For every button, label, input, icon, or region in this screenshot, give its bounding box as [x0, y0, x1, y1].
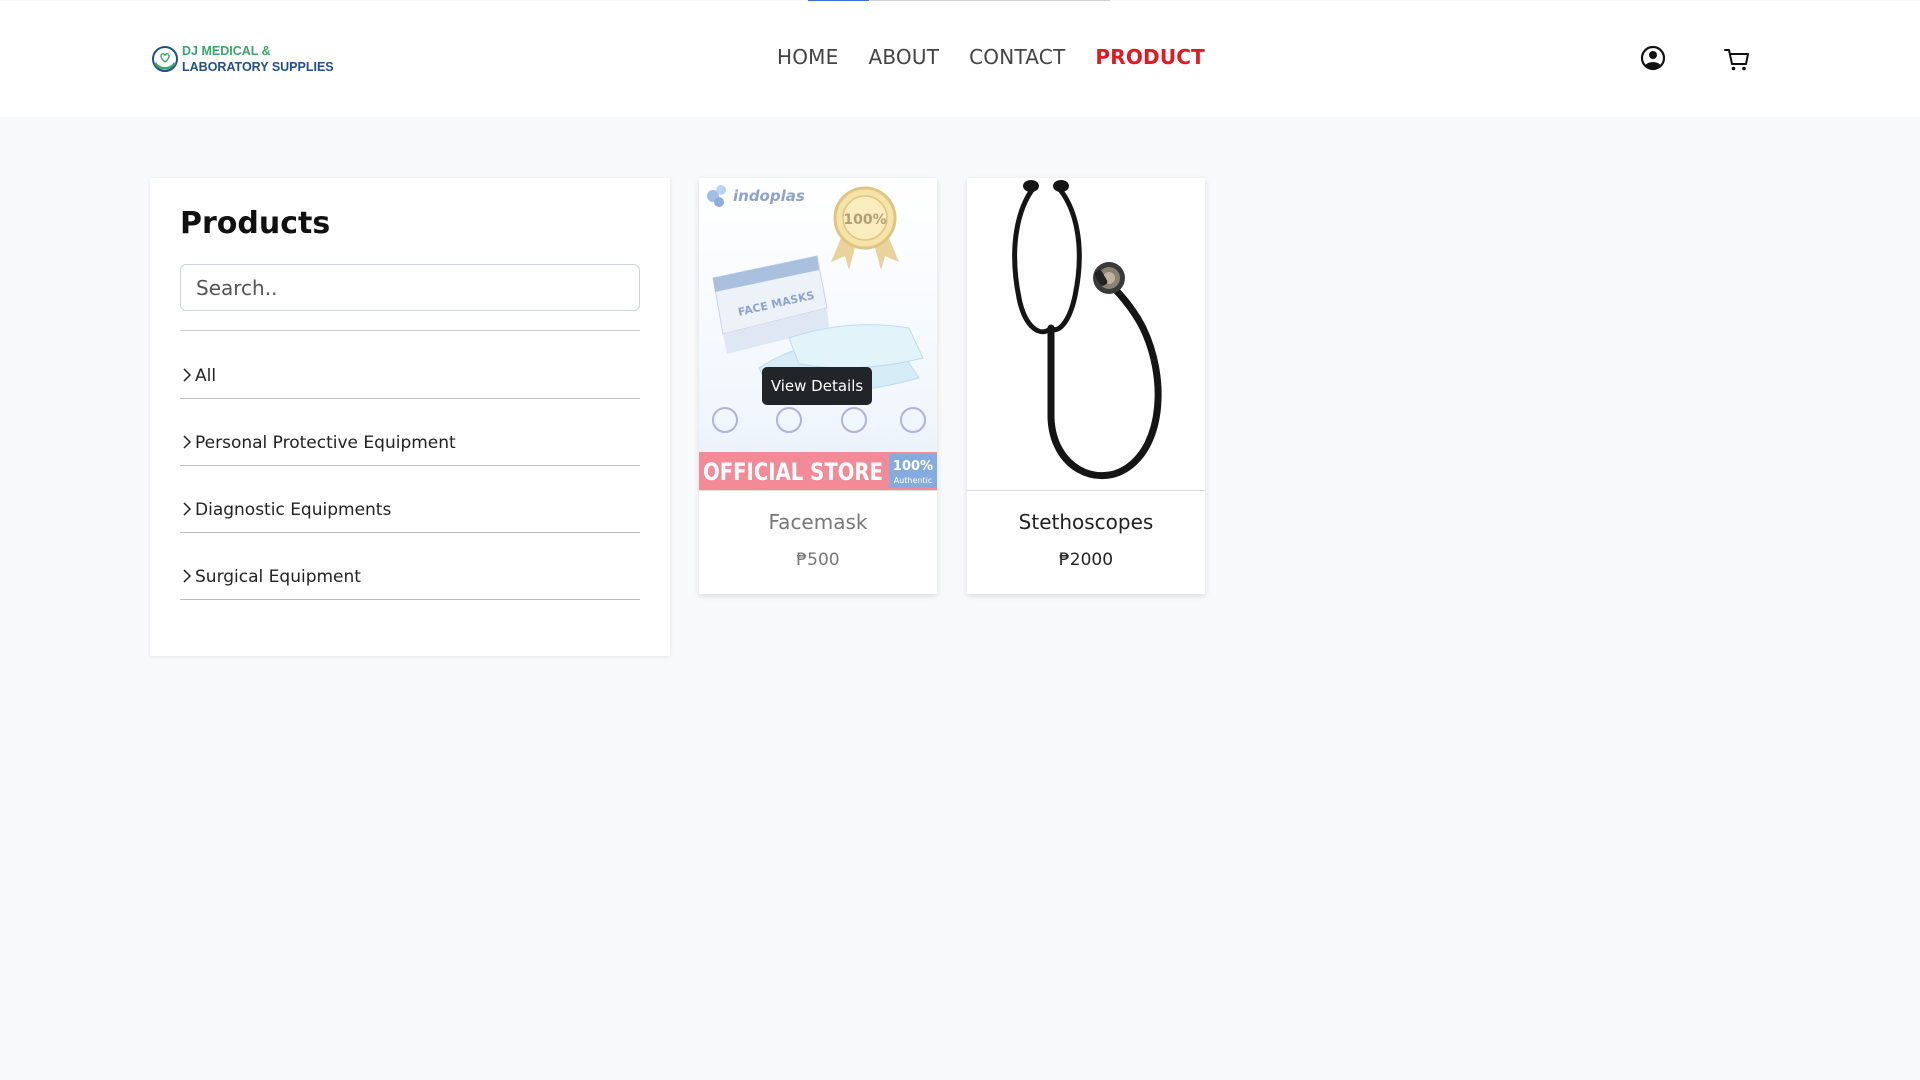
stethoscope-image	[967, 178, 1205, 490]
sidebar-title: Products	[180, 206, 331, 241]
hover-overlay	[699, 178, 937, 490]
chevron-right-icon	[183, 435, 192, 449]
nav-about[interactable]: ABOUT	[868, 45, 939, 69]
card-divider	[967, 490, 1205, 491]
category-label: Surgical Equipment	[195, 567, 361, 587]
logo-line1: DJ MEDICAL &	[182, 44, 271, 58]
user-circle-icon[interactable]	[1639, 44, 1667, 72]
category-label: Diagnostic Equipments	[195, 500, 392, 520]
logo-line2: LABORATORY SUPPLIES	[182, 60, 334, 74]
product-name: Facemask	[768, 510, 868, 534]
nav-home[interactable]: HOME	[777, 45, 838, 69]
main-nav: HOME ABOUT CONTACT PRODUCT	[777, 45, 1205, 69]
category-list: All Personal Protective Equipment Diagno…	[180, 331, 640, 600]
category-item-surgical[interactable]: Surgical Equipment	[180, 533, 640, 600]
product-price: ₱500	[796, 550, 840, 570]
cart-icon[interactable]	[1723, 45, 1751, 73]
category-label: Personal Protective Equipment	[195, 433, 456, 453]
card-divider	[699, 490, 937, 491]
search-input[interactable]	[180, 264, 640, 311]
site-header: DJ MEDICAL & LABORATORY SUPPLIES HOME AB…	[0, 1, 1920, 117]
logo-icon	[152, 46, 178, 72]
product-image-stethoscope	[967, 178, 1205, 490]
nav-contact[interactable]: CONTACT	[969, 45, 1065, 69]
chevron-right-icon	[183, 368, 192, 382]
site-logo[interactable]: DJ MEDICAL & LABORATORY SUPPLIES	[150, 43, 334, 75]
product-filter-sidebar: Products All Personal Protective Equipme…	[150, 178, 670, 656]
category-item-all[interactable]: All	[180, 331, 640, 399]
nav-product[interactable]: PRODUCT	[1095, 45, 1205, 69]
category-item-ppe[interactable]: Personal Protective Equipment	[180, 399, 640, 466]
category-label: All	[195, 366, 217, 386]
view-details-button[interactable]: View Details	[762, 367, 872, 405]
chevron-right-icon	[183, 502, 192, 516]
product-card-facemask[interactable]: indoplas 100% FACE MASKS OFFICIAL STORE …	[699, 178, 937, 594]
product-price: ₱2000	[1058, 550, 1114, 570]
chest-piece	[1093, 262, 1125, 294]
chevron-right-icon	[183, 569, 192, 583]
category-item-diagnostic[interactable]: Diagnostic Equipments	[180, 466, 640, 533]
product-image-facemask: indoplas 100% FACE MASKS OFFICIAL STORE …	[699, 178, 937, 490]
product-card-stethoscopes[interactable]: Stethoscopes ₱2000	[967, 178, 1205, 594]
product-name: Stethoscopes	[1018, 510, 1154, 534]
